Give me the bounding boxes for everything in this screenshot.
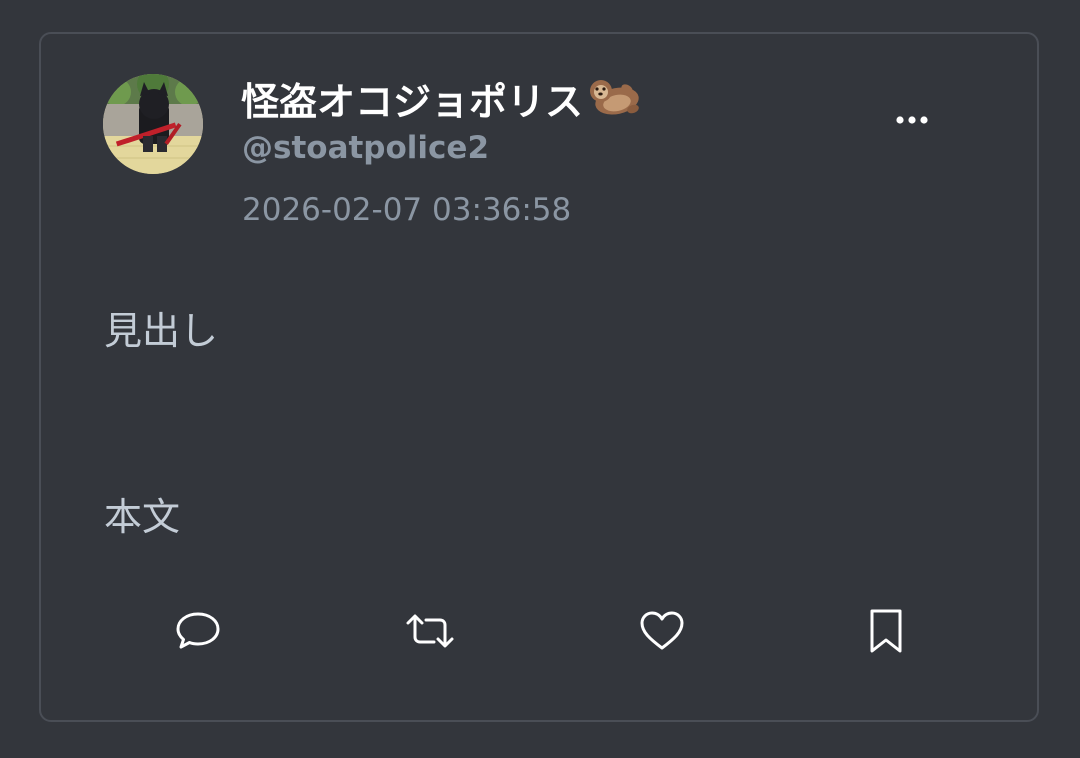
display-name-text: 怪盗オコジョポリス: [241, 79, 584, 124]
repost-button[interactable]: [403, 604, 457, 658]
post-heading-text: 見出し: [104, 309, 219, 353]
bookmark-button[interactable]: [859, 604, 913, 658]
repost-arrows-icon: [406, 614, 454, 648]
user-handle[interactable]: @stoatpolice2: [242, 130, 489, 166]
avatar[interactable]: [103, 74, 203, 174]
reply-button[interactable]: [171, 604, 225, 658]
post-body-text: 本文: [104, 495, 181, 539]
heart-icon: [640, 611, 684, 650]
display-name[interactable]: 怪盗オコジョポリス: [241, 72, 641, 124]
more-options-button[interactable]: [886, 100, 938, 140]
speech-bubble-icon: [176, 612, 220, 649]
otter-emoji-icon: [587, 75, 641, 121]
like-button[interactable]: [635, 604, 689, 658]
post-timestamp[interactable]: 2026-02-07 03:36:58: [242, 192, 571, 228]
ellipsis-icon: [896, 116, 928, 124]
bookmark-icon: [870, 609, 902, 653]
